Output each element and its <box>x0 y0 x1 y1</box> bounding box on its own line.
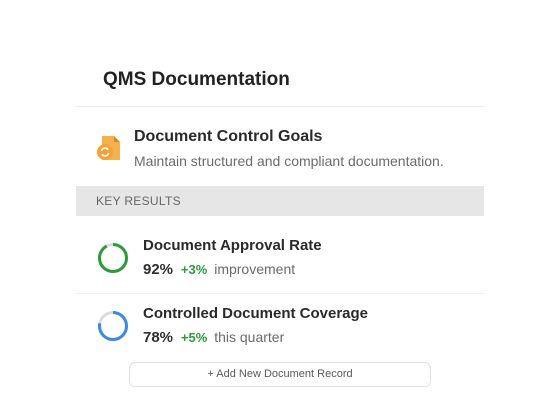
section-label: KEY RESULTS <box>96 194 181 208</box>
progress-ring-icon <box>98 311 128 341</box>
header-divider <box>76 106 484 107</box>
key-result-row[interactable]: Controlled Document Coverage 78% +5% thi… <box>76 294 484 362</box>
key-results-header: KEY RESULTS <box>76 186 484 216</box>
key-result-suffix: improvement <box>214 261 296 277</box>
goal-title: Document Control Goals <box>134 128 323 145</box>
key-result-row[interactable]: Document Approval Rate 92% +3% improveme… <box>76 226 484 294</box>
progress-ring-icon <box>98 243 128 273</box>
add-document-record-button[interactable]: + Add New Document Record <box>129 362 431 387</box>
key-result-metrics: 92% +3% improvement <box>143 261 295 278</box>
document-sync-icon <box>97 136 120 160</box>
key-result-metrics: 78% +5% this quarter <box>143 329 284 346</box>
key-result-title: Controlled Document Coverage <box>143 305 369 322</box>
key-result-value: 78% <box>143 329 174 346</box>
key-result-delta: +5% <box>180 330 208 345</box>
key-result-value: 92% <box>143 261 174 278</box>
key-result-title: Document Approval Rate <box>143 237 322 254</box>
key-result-suffix: this quarter <box>214 329 285 345</box>
page-title: QMS Documentation <box>103 69 290 90</box>
key-result-delta: +3% <box>180 262 208 277</box>
goal-description: Maintain structured and compliant docume… <box>134 153 444 169</box>
